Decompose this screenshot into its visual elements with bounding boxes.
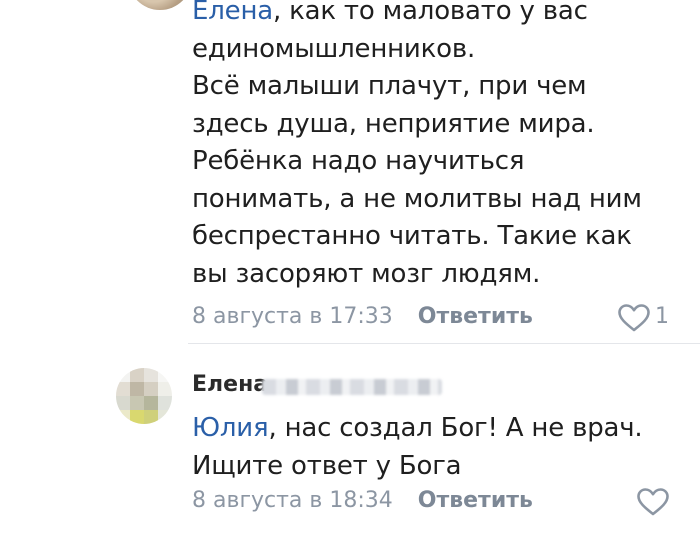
mention-link[interactable]: Юлия	[192, 413, 269, 443]
commenter-avatar[interactable]	[128, 0, 192, 10]
reply-button[interactable]: Ответить	[418, 304, 533, 329]
mention-link[interactable]: Елена	[192, 0, 273, 26]
commenter-avatar[interactable]	[116, 368, 172, 424]
comment-date[interactable]: 8 августа в 17:33	[192, 304, 393, 329]
comment-line: Всё малыши плачут, при чем	[192, 71, 587, 101]
comment-line: Ищите ответ у Бога	[192, 450, 462, 481]
like-button[interactable]	[636, 487, 670, 517]
comment-line: здесь душа, неприятие мира.	[192, 108, 595, 139]
comment-body: Юлия, нас создал Бог! А не врач. Ищите о…	[192, 410, 682, 485]
like-count: 1	[655, 304, 669, 329]
comment-line: беспрестанно читать. Такие как	[192, 221, 632, 251]
like-button[interactable]	[617, 303, 651, 333]
comment-meta: 8 августа в 18:34 Ответить	[192, 487, 533, 515]
heart-outline-icon	[618, 304, 650, 332]
comment-line: единомышленников.	[192, 33, 476, 64]
reply-button[interactable]: Ответить	[418, 488, 533, 513]
comment-line: Юлия, нас создал Бог! А не врач.	[192, 413, 643, 443]
heart-outline-icon	[637, 488, 669, 516]
comment-date[interactable]: 8 августа в 18:34	[192, 488, 393, 513]
redacted-name	[262, 379, 442, 395]
comment-line: Ребёнка надо научиться	[192, 146, 525, 176]
comment-meta: 8 августа в 17:33 Ответить	[192, 303, 533, 331]
comment-body: Елена, как то маловато у вас единомышлен…	[192, 0, 682, 293]
comment-line: вы засоряют мозг людям.	[192, 258, 541, 289]
comments-thread: Елена, как то маловато у вас единомышлен…	[0, 0, 700, 535]
divider	[188, 343, 700, 344]
comment-line: Елена, как то маловато у вас	[192, 0, 682, 31]
comment-line: понимать, а не молитвы над ним	[192, 183, 642, 214]
comment-author[interactable]: Елена	[192, 371, 268, 399]
